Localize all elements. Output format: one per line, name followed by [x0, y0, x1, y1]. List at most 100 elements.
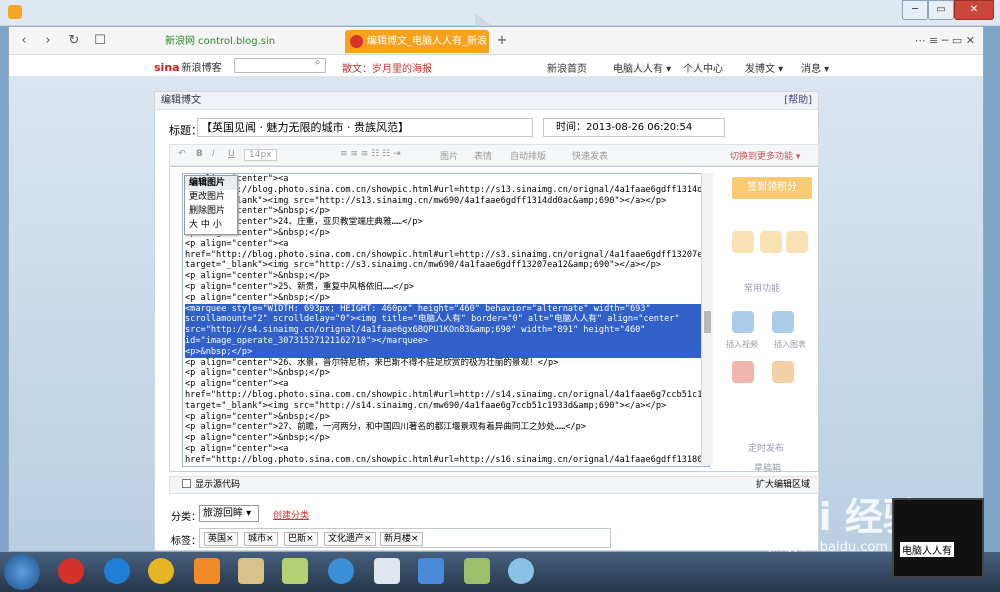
category-select[interactable]: 旅游回眸 ▾	[199, 505, 259, 522]
browser-menu-controls[interactable]: ⋯ ≡ ─ ▭ ✕	[865, 32, 975, 50]
paste-button[interactable]: 快速发表	[572, 149, 608, 162]
paint-icon[interactable]	[464, 558, 490, 584]
italic-icon[interactable]: I	[212, 149, 215, 159]
code-line[interactable]: id="image_operate_30731527121162710"></m…	[185, 335, 709, 347]
code-line[interactable]: <p align="center">&nbsp;</p>	[185, 412, 709, 423]
font-size-select[interactable]: 14px	[244, 149, 277, 161]
tag-item[interactable]: 新月楼×	[380, 532, 423, 546]
note-icon[interactable]	[772, 361, 794, 383]
code-line[interactable]: <p align="center"><a	[185, 444, 709, 455]
new-tab-button[interactable]: +	[493, 32, 511, 50]
emoji-icon[interactable]	[732, 231, 754, 253]
show-source-checkbox[interactable]	[182, 479, 191, 488]
tags-input[interactable]: 英国× 城市× 巴斯× 文化遗产× 新月楼×	[199, 528, 611, 548]
code-line[interactable]: scrollamount="2" scrolldelay="0"><img ti…	[185, 314, 709, 326]
weibo-icon[interactable]	[732, 361, 754, 383]
undo-icon[interactable]: ↶	[178, 149, 186, 159]
switch-functions-link[interactable]: 切换到更多功能 ▾	[730, 149, 800, 162]
side-label: 插入视频	[726, 340, 758, 349]
close-button[interactable]: ✕	[954, 0, 994, 20]
network-icon[interactable]	[418, 558, 444, 584]
code-line[interactable]: <p align="center">&nbsp;</p>	[185, 433, 709, 444]
editor-scrollbar[interactable]	[701, 173, 713, 465]
code-line[interactable]: target="_blank"><img src="http://s13.sin…	[185, 196, 709, 207]
refresh-icon[interactable]: ↻	[65, 32, 83, 50]
taskbar	[0, 552, 1000, 592]
popup-edit-image[interactable]: 编辑图片	[185, 176, 237, 190]
editor-toolbar: ↶ B I U 14px ≡ ≡ ≡ ☷ ☷ ⇥ 图片 表情 自动排版 快速发表…	[169, 144, 819, 166]
scrollbar-thumb[interactable]	[704, 311, 711, 333]
code-line[interactable]: <p>&nbsp;</p>	[185, 346, 709, 358]
underline-icon[interactable]: U	[228, 149, 235, 159]
chrome-icon[interactable]	[148, 558, 174, 584]
code-line[interactable]: <p align="center">&nbsp;</p>	[185, 206, 709, 217]
popup-delete-image[interactable]: 删除图片	[185, 204, 237, 218]
code-line[interactable]: <p align="center">&nbsp;</p>	[185, 271, 709, 282]
help-link[interactable]: [帮助]	[784, 92, 812, 110]
settings-icon[interactable]	[508, 558, 534, 584]
code-line[interactable]: <p align="center">25、新贵，重复中风格依旧……</p>	[185, 282, 709, 293]
time-display[interactable]: 时间：2013-08-26 06:20:54	[543, 118, 725, 137]
nav-user[interactable]: 电脑人人有 ▾	[613, 60, 671, 75]
source-code-textarea[interactable]: <p align="center"><ahref="http://blog.ph…	[182, 173, 710, 467]
align-icons[interactable]: ≡ ≡ ≡ ☷ ☷ ⇥	[340, 149, 401, 159]
tag-item[interactable]: 巴斯×	[284, 532, 318, 546]
tag-item[interactable]: 文化遗产×	[324, 532, 376, 546]
ie-icon[interactable]	[104, 558, 130, 584]
code-line[interactable]: href="http://blog.photo.sina.com.cn/show…	[185, 250, 709, 261]
nav-messages[interactable]: 消息 ▾	[801, 60, 829, 75]
nav-personal-center[interactable]: 个人中心	[683, 60, 723, 75]
image-button[interactable]: 图片	[440, 149, 458, 162]
code-line[interactable]: <marquee style="WIDTH: 693px; HEIGHT: 46…	[185, 303, 709, 315]
marquee-link[interactable]: 散文：岁月里的海报	[342, 60, 432, 75]
folder-icon[interactable]	[282, 558, 308, 584]
maximize-button[interactable]: ▭	[928, 0, 954, 20]
explorer-icon[interactable]	[238, 558, 264, 584]
title-input[interactable]: 【英国见闻 · 魅力无限的城市 · 贵族风范】	[197, 118, 533, 137]
taskbar-app-icon[interactable]	[58, 558, 84, 584]
music-icon[interactable]	[732, 311, 754, 333]
code-line[interactable]: href="http://blog.photo.sina.com.cn/show…	[185, 455, 709, 466]
nav-sina-home[interactable]: 新浪首页	[547, 60, 587, 75]
popup-change-image[interactable]: 更改图片	[185, 190, 237, 204]
app-icon	[8, 5, 22, 19]
emoji-icon[interactable]	[760, 231, 782, 253]
code-line[interactable]: <p align="center"><a	[185, 379, 709, 390]
bold-icon[interactable]: B	[196, 149, 203, 159]
nav-post[interactable]: 发博文 ▾	[745, 60, 783, 75]
code-line[interactable]: <p align="center"><a	[185, 239, 709, 250]
start-button-icon[interactable]	[4, 554, 40, 590]
code-line[interactable]: <p align="center"><a	[185, 174, 709, 185]
create-category-link[interactable]: 创建分类	[273, 508, 309, 521]
document-icon[interactable]	[374, 558, 400, 584]
checkin-button[interactable]: 签到领积分	[732, 177, 812, 199]
code-line[interactable]: target="_blank"><img src="http://s3.sina…	[185, 260, 709, 271]
code-line[interactable]: <p align="center">27、前瞻，一河两分，和中国四川著名的都江堰…	[185, 422, 709, 433]
browser-task-icon[interactable]	[328, 558, 354, 584]
code-line[interactable]: <p align="center">26、水景，普尔特尼桥，来巴斯不得不驻足欣赏…	[185, 358, 709, 369]
search-input[interactable]	[234, 58, 326, 73]
tab-edit-post[interactable]: 编辑博文_电脑人人有_新浪 ✕	[345, 30, 489, 70]
chart-icon[interactable]	[772, 311, 794, 333]
emotion-button[interactable]: 表情	[474, 149, 492, 162]
code-line[interactable]: <p align="center">&nbsp;</p>	[185, 228, 709, 239]
tag-item[interactable]: 英国×	[204, 532, 238, 546]
home-icon[interactable]: ☐	[91, 32, 109, 50]
code-line[interactable]: target="_blank"><img src="http://s14.sin…	[185, 401, 709, 412]
minimize-button[interactable]: ─	[902, 0, 928, 20]
back-icon[interactable]: ‹	[15, 32, 33, 50]
tag-item[interactable]: 城市×	[244, 532, 278, 546]
autotype-button[interactable]: 自动排版	[510, 149, 546, 162]
code-line[interactable]: href="http://blog.photo.sina.com.cn/show…	[185, 185, 709, 196]
code-line[interactable]: <p align="center">&nbsp;</p>	[185, 368, 709, 379]
search-icon[interactable]: ⌕	[315, 57, 321, 68]
media-icon[interactable]	[194, 558, 220, 584]
code-line[interactable]: <p align="center">&nbsp;</p>	[185, 293, 709, 304]
code-line[interactable]: href="http://blog.photo.sina.com.cn/show…	[185, 390, 709, 401]
emoji-icon[interactable]	[786, 231, 808, 253]
forward-icon[interactable]: ›	[39, 32, 57, 50]
code-line[interactable]: src="http://s4.sinaimg.cn/orignal/4a1faa…	[185, 325, 709, 336]
tab-sina[interactable]: 新浪网 control.blog.sin	[159, 30, 349, 53]
popup-size-options[interactable]: 大 中 小	[185, 218, 237, 232]
code-line[interactable]: <p align="center">24、庄重，亚贝教堂端庄典雅……</p>	[185, 217, 709, 228]
